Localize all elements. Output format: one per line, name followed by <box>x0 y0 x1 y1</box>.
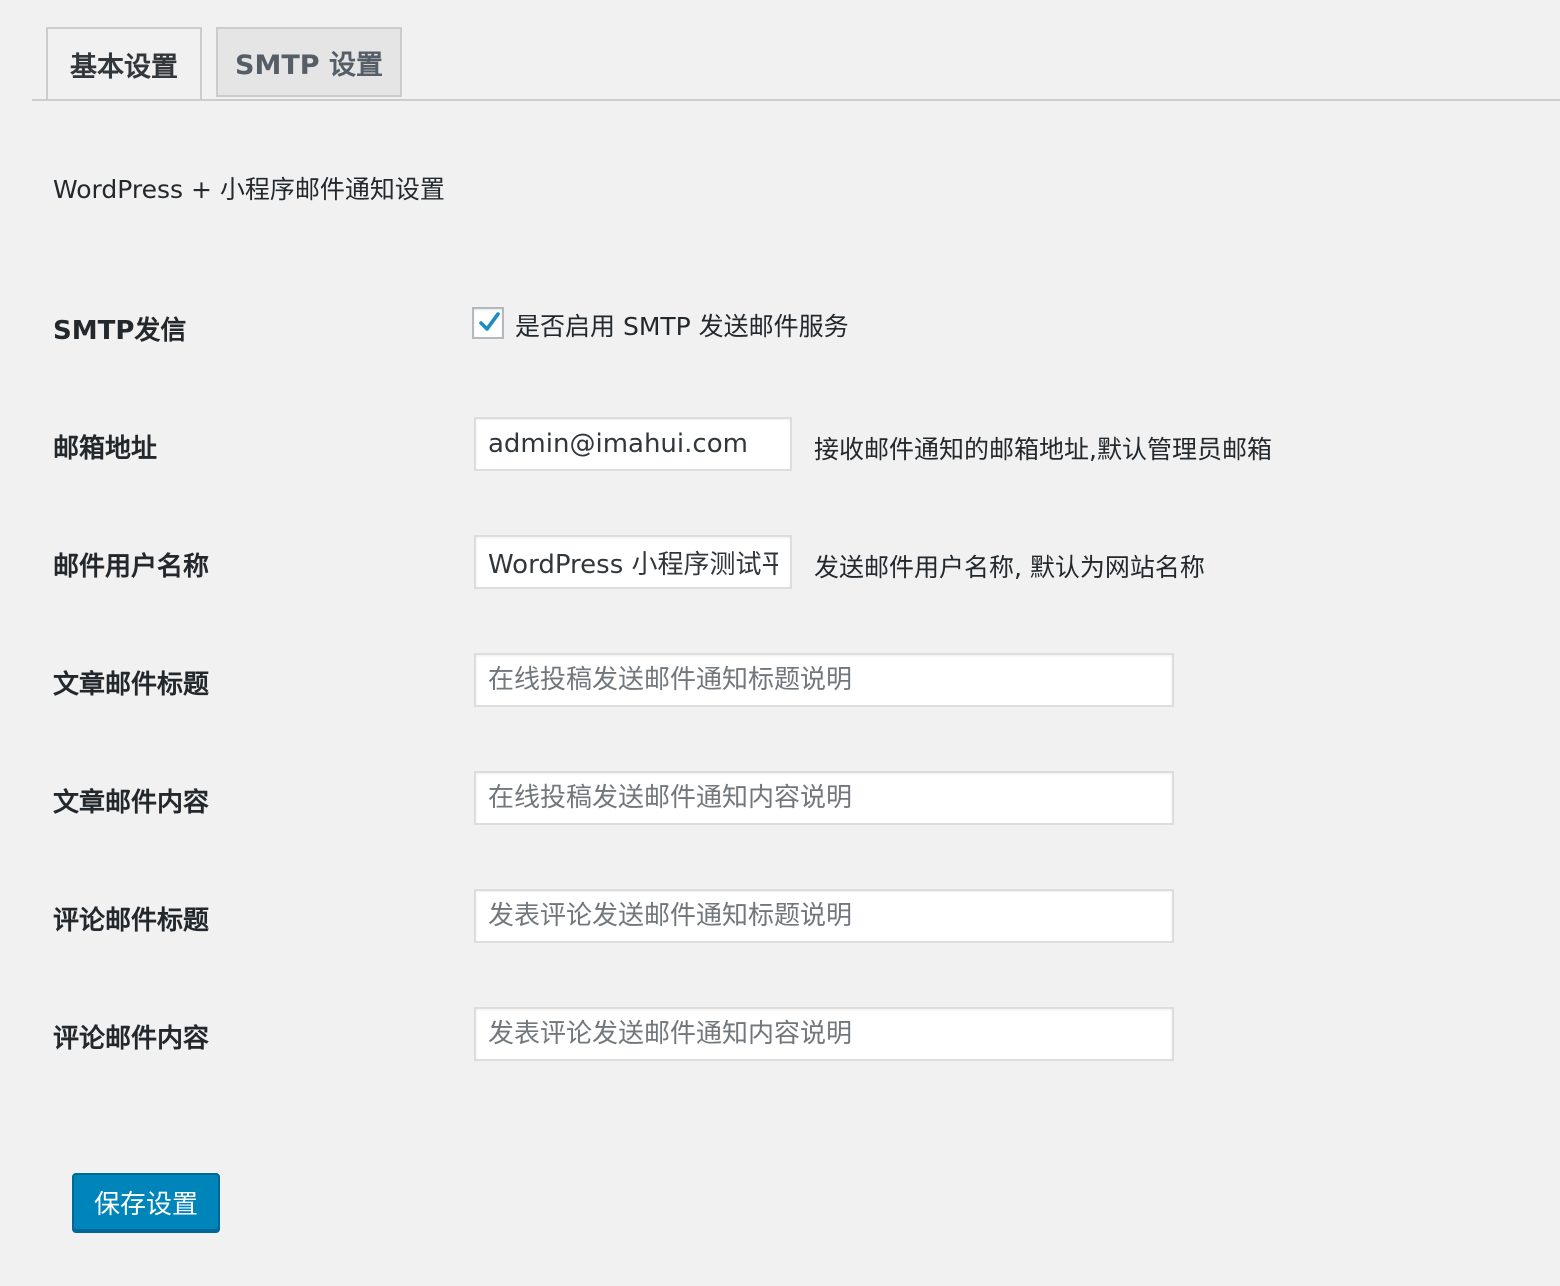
post-mail-content-label: 文章邮件内容 <box>53 788 210 818</box>
smtp-enable-checkbox[interactable] <box>472 307 504 339</box>
comment-mail-title-label: 评论邮件标题 <box>53 906 210 936</box>
mail-username-description: 发送邮件用户名称, 默认为网站名称 <box>814 553 1205 582</box>
comment-mail-content-label: 评论邮件内容 <box>53 1024 210 1054</box>
post-mail-content-input[interactable] <box>474 771 1174 825</box>
comment-mail-content-input[interactable] <box>474 1007 1174 1061</box>
tab-basic-settings[interactable]: 基本设置 <box>46 27 202 99</box>
email-address-label: 邮箱地址 <box>53 434 158 464</box>
save-settings-button[interactable]: 保存设置 <box>72 1173 220 1231</box>
smtp-label: SMTP发信 <box>53 316 187 346</box>
email-address-description: 接收邮件通知的邮箱地址,默认管理员邮箱 <box>814 435 1272 464</box>
checkmark-icon <box>479 312 500 331</box>
section-title: WordPress + 小程序邮件通知设置 <box>53 175 445 204</box>
mail-username-input[interactable] <box>474 535 792 589</box>
mail-username-label: 邮件用户名称 <box>53 552 210 582</box>
comment-mail-title-input[interactable] <box>474 889 1174 943</box>
post-mail-title-input[interactable] <box>474 653 1174 707</box>
settings-tabs: 基本设置 SMTP 设置 <box>32 27 1560 101</box>
email-address-input[interactable] <box>474 417 792 471</box>
tab-smtp-settings[interactable]: SMTP 设置 <box>216 27 402 97</box>
smtp-enable-label: 是否启用 SMTP 发送邮件服务 <box>515 312 849 341</box>
post-mail-title-label: 文章邮件标题 <box>53 670 210 700</box>
